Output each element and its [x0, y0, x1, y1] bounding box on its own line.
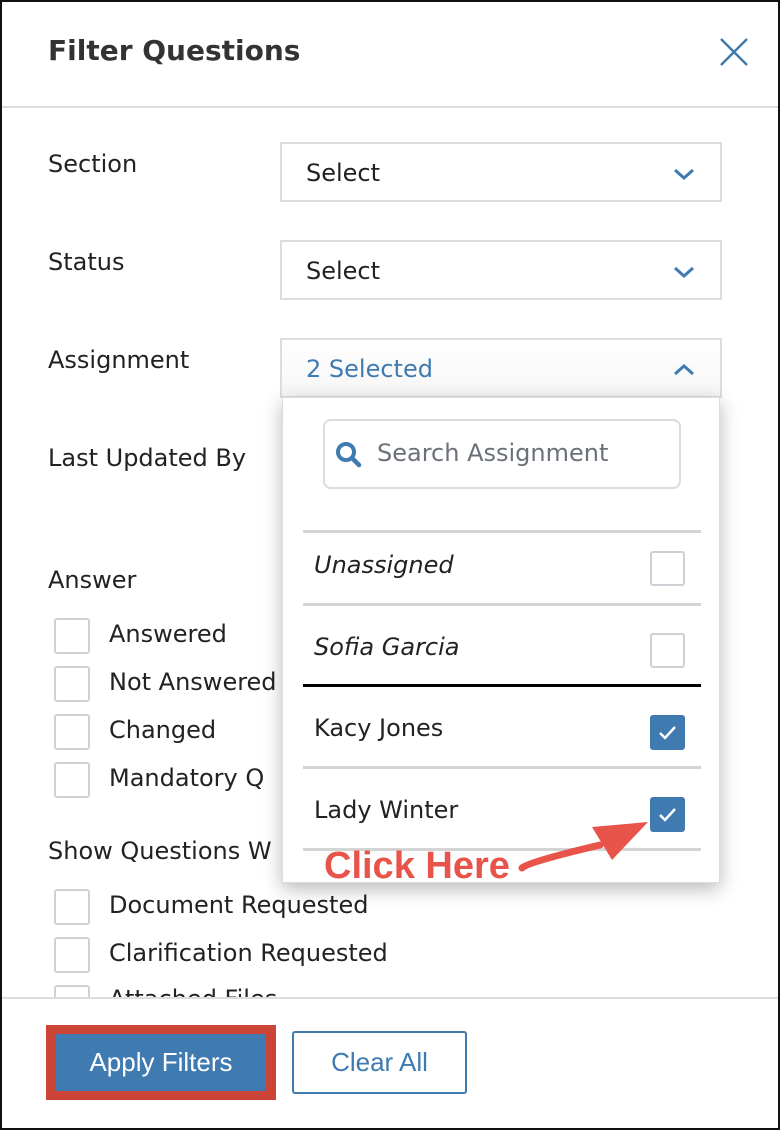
assignment-label: Assignment	[48, 346, 190, 374]
section-select[interactable]: Select	[280, 142, 722, 202]
option-sofia-garcia-checkbox[interactable]	[650, 633, 685, 668]
answered-label: Answered	[109, 620, 227, 648]
clarification-requested-label: Clarification Requested	[109, 939, 388, 967]
document-requested-checkbox[interactable]	[54, 889, 90, 925]
answered-checkbox[interactable]	[54, 618, 90, 654]
dialog-title: Filter Questions	[48, 34, 301, 67]
changed-label: Changed	[109, 716, 217, 744]
status-value: Select	[306, 257, 381, 285]
last-updated-by-label: Last Updated By	[48, 444, 247, 472]
option-sofia-garcia-label[interactable]: Sofia Garcia	[314, 633, 460, 661]
option-kacy-jones-label[interactable]: Kacy Jones	[314, 714, 443, 742]
mandatory-checkbox[interactable]	[54, 762, 90, 798]
apply-highlight: Apply Filters	[46, 1025, 276, 1100]
mandatory-label: Mandatory Q	[109, 764, 265, 792]
divider	[303, 684, 701, 687]
answer-label: Answer	[48, 566, 137, 594]
not-answered-checkbox[interactable]	[54, 666, 90, 702]
close-icon[interactable]	[716, 34, 752, 70]
option-unassigned-checkbox[interactable]	[650, 551, 685, 586]
search-icon	[336, 442, 362, 468]
search-assignment-input[interactable]: Search Assignment	[323, 419, 681, 489]
assignment-select[interactable]: 2 Selected	[280, 338, 722, 398]
changed-checkbox[interactable]	[54, 714, 90, 750]
option-kacy-jones-checkbox[interactable]	[650, 715, 685, 750]
search-placeholder: Search Assignment	[377, 439, 609, 467]
divider	[303, 766, 701, 769]
click-here-annotation: Click Here	[324, 845, 510, 887]
chevron-down-icon	[674, 168, 694, 181]
section-value: Select	[306, 159, 381, 187]
not-answered-label: Not Answered	[109, 668, 277, 696]
section-label: Section	[48, 150, 138, 178]
apply-filters-button[interactable]: Apply Filters	[56, 1034, 266, 1091]
divider	[303, 530, 701, 533]
clarification-requested-checkbox[interactable]	[54, 937, 90, 973]
check-icon	[659, 726, 676, 740]
option-unassigned-label[interactable]: Unassigned	[314, 551, 454, 579]
assignment-value: 2 Selected	[306, 355, 433, 383]
clear-all-button[interactable]: Clear All	[292, 1031, 467, 1094]
header-divider	[2, 106, 778, 108]
show-questions-label: Show Questions W	[48, 837, 272, 865]
arrow-annotation-icon	[518, 822, 648, 872]
status-select[interactable]: Select	[280, 240, 722, 300]
document-requested-label: Document Requested	[109, 891, 369, 919]
chevron-up-icon	[674, 363, 694, 376]
status-label: Status	[48, 248, 125, 276]
chevron-down-icon	[674, 266, 694, 279]
divider	[303, 603, 701, 606]
option-lady-winter-label[interactable]: Lady Winter	[314, 796, 458, 824]
